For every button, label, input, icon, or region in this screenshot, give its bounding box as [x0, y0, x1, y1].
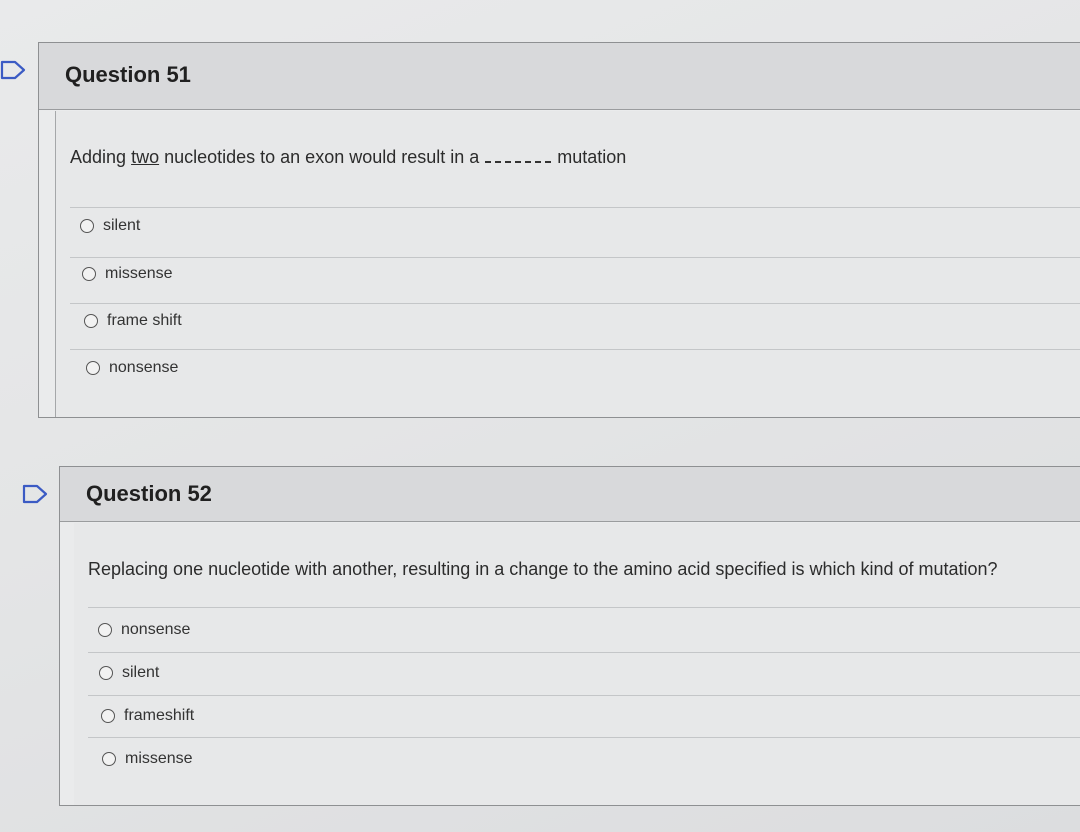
divider	[70, 303, 1080, 304]
fill-in-blank	[485, 149, 552, 163]
divider	[88, 695, 1080, 696]
question-body: Replacing one nucleotide with another, r…	[74, 523, 1080, 805]
divider	[70, 349, 1080, 350]
answer-option[interactable]: silent	[99, 664, 159, 682]
answer-option[interactable]: silent	[80, 217, 140, 235]
answer-option-label: frameshift	[124, 707, 195, 724]
flag-question-icon[interactable]	[0, 60, 28, 80]
question-text-part: nucleotides to an exon would result in a	[159, 147, 480, 167]
question-title: Question 52	[86, 481, 212, 506]
question-text: Adding two nucleotides to an exon would …	[70, 147, 626, 168]
divider	[70, 207, 1080, 208]
question-card: Question 52 Replacing one nucleotide wit…	[59, 466, 1080, 806]
divider	[70, 257, 1080, 258]
question-card: Question 51 Adding two nucleotides to an…	[38, 42, 1080, 418]
radio-button[interactable]	[86, 361, 100, 375]
radio-button[interactable]	[99, 666, 113, 680]
radio-button[interactable]	[84, 314, 98, 328]
radio-button[interactable]	[80, 219, 94, 233]
answer-option-label: missense	[125, 750, 193, 767]
flag-question-icon[interactable]	[22, 484, 50, 504]
question-title: Question 51	[65, 62, 191, 87]
answer-option-label: silent	[103, 217, 141, 234]
answer-option-label: frame shift	[107, 312, 182, 329]
answer-option-label: silent	[122, 664, 160, 681]
question-text-part: Adding	[70, 147, 132, 167]
question-text: Replacing one nucleotide with another, r…	[88, 559, 998, 579]
divider	[88, 652, 1080, 653]
answer-option[interactable]: nonsense	[98, 621, 190, 639]
answer-option-label: nonsense	[121, 621, 191, 638]
answer-option-label: nonsense	[109, 359, 179, 376]
radio-button[interactable]	[101, 709, 115, 723]
answer-option[interactable]: missense	[102, 750, 193, 768]
answer-option[interactable]: frameshift	[101, 707, 194, 725]
question-header: Question 51	[39, 43, 1080, 110]
divider	[88, 737, 1080, 738]
divider	[88, 607, 1080, 608]
radio-button[interactable]	[82, 267, 96, 281]
answer-option[interactable]: frame shift	[84, 312, 182, 330]
answer-option[interactable]: missense	[82, 265, 173, 283]
question-header: Question 52	[60, 467, 1080, 522]
radio-button[interactable]	[102, 752, 116, 766]
answer-option[interactable]: nonsense	[86, 359, 178, 377]
question-text-emphasis: two	[131, 147, 160, 167]
question-body: Adding two nucleotides to an exon would …	[55, 111, 1080, 417]
question-text-part: mutation	[557, 147, 627, 167]
radio-button[interactable]	[98, 623, 112, 637]
answer-option-label: missense	[105, 265, 173, 282]
